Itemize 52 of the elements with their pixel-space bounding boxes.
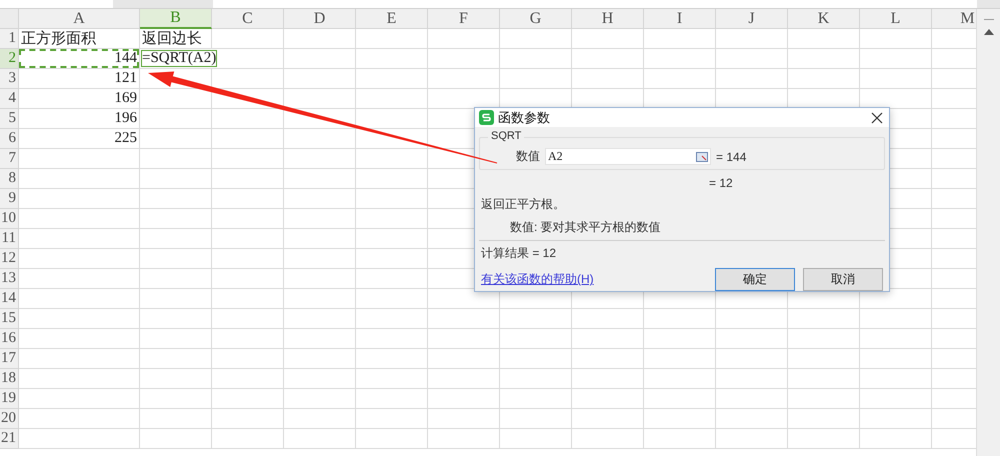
select-all-corner[interactable] (0, 9, 19, 29)
row-header[interactable]: 15 (0, 309, 19, 329)
column-header[interactable]: F (428, 9, 500, 29)
column-header[interactable]: I (644, 9, 716, 29)
row-header[interactable]: 18 (0, 369, 19, 389)
row-header[interactable]: 14 (0, 289, 19, 309)
column-header[interactable]: H (572, 9, 644, 29)
formula-result: = 12 (709, 176, 733, 190)
column-header[interactable]: J (716, 9, 788, 29)
computed-result: 计算结果 = 12 (481, 245, 558, 262)
row-header[interactable]: 5 (0, 109, 19, 129)
row-header[interactable]: 13 (0, 269, 19, 289)
row-header[interactable]: 10 (0, 209, 19, 229)
argument-help: 数值: 要对其求平方根的数值 (509, 219, 662, 236)
function-name: SQRT (488, 130, 524, 142)
argument-result: = 144 (716, 150, 746, 164)
row-header[interactable]: 3 (0, 69, 19, 89)
row-header[interactable]: 11 (0, 229, 19, 249)
row-header[interactable]: 7 (0, 149, 19, 169)
column-header[interactable]: M (932, 9, 976, 29)
row-header[interactable]: 17 (0, 349, 19, 369)
row-header[interactable]: 12 (0, 249, 19, 269)
dialog-button[interactable]: 确定 (715, 268, 795, 291)
range-picker-icon[interactable] (696, 152, 708, 162)
row-header[interactable]: 9 (0, 189, 19, 209)
column-header[interactable]: K (788, 9, 860, 29)
row-header[interactable]: 16 (0, 329, 19, 349)
row-header[interactable]: 6 (0, 129, 19, 149)
column-header[interactable]: A (19, 9, 140, 29)
row-header[interactable]: 20 (0, 409, 19, 429)
row-header[interactable]: 8 (0, 169, 19, 189)
row-header[interactable]: 21 (0, 429, 19, 449)
function-description: 返回正平方根。 (481, 196, 566, 213)
row-header[interactable]: 1 (0, 29, 19, 49)
minimize-icon[interactable] (984, 19, 994, 21)
help-link[interactable]: 有关该函数的帮助(H) (481, 271, 707, 288)
dialog-button[interactable]: 取消 (803, 268, 883, 291)
scroll-up-icon[interactable] (984, 29, 994, 35)
column-header[interactable]: L (860, 9, 932, 29)
row-header[interactable]: 4 (0, 89, 19, 109)
table-cell: 144 (19, 49, 139, 68)
table-cell: =SQRT(A2) (140, 49, 218, 68)
column-header[interactable]: D (284, 9, 356, 29)
column-header[interactable]: B (140, 9, 212, 29)
argument-label: 数值 (516, 148, 540, 165)
dialog-title: 函数参数 (498, 108, 551, 126)
close-icon[interactable] (871, 112, 883, 124)
column-header[interactable]: C (212, 9, 284, 29)
argument-field[interactable]: A2 (545, 148, 711, 165)
row-header[interactable]: 19 (0, 389, 19, 409)
column-header[interactable]: G (500, 9, 572, 29)
column-header[interactable]: E (356, 9, 428, 29)
